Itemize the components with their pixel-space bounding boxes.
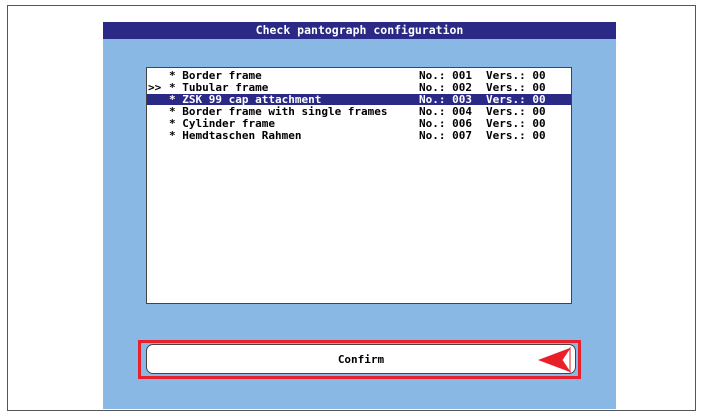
frame-version: Vers.: 00 [486,129,546,142]
frame-name: * Border frame [169,69,262,82]
frame-version: Vers.: 00 [486,69,546,82]
frame-version: Vers.: 00 [486,93,546,106]
list-item-selected[interactable]: * ZSK 99 cap attachment No.: 003 Vers.: … [147,94,571,105]
list-item[interactable]: * Border frame with single frames No.: 0… [147,106,571,117]
frame-number: No.: 007 [419,129,472,142]
frame-list[interactable]: * Border frame No.: 001 Vers.: 00 >> * T… [146,67,572,304]
frame-version: Vers.: 00 [486,81,546,94]
pantograph-config-dialog: Check pantograph configuration * Border … [103,22,616,409]
frame-version: Vers.: 00 [486,117,546,130]
frame-name: * Tubular frame [169,81,269,94]
frame-number: No.: 004 [419,105,472,118]
confirm-button[interactable]: Confirm [146,344,576,374]
frame-number: No.: 002 [419,81,472,94]
list-item[interactable]: * Hemdtaschen Rahmen No.: 007 Vers.: 00 [147,130,571,141]
frame-name: * Border frame with single frames [169,105,388,118]
frame-name: * Hemdtaschen Rahmen [169,129,302,142]
current-marker: >> [148,81,162,94]
frame-name: * ZSK 99 cap attachment [169,93,322,106]
screen-frame: Check pantograph configuration * Border … [7,5,696,411]
list-item[interactable]: * Border frame No.: 001 Vers.: 00 [147,70,571,81]
dialog-title: Check pantograph configuration [103,22,616,39]
confirm-label: Confirm [337,353,385,366]
frame-number: No.: 003 [419,93,472,106]
list-item[interactable]: * Cylinder frame No.: 006 Vers.: 00 [147,118,571,129]
frame-number: No.: 001 [419,69,472,82]
frame-version: Vers.: 00 [486,105,546,118]
frame-number: No.: 006 [419,117,472,130]
list-item[interactable]: >> * Tubular frame No.: 002 Vers.: 00 [147,82,571,93]
red-left-arrow-icon [538,346,571,374]
frame-name: * Cylinder frame [169,117,275,130]
